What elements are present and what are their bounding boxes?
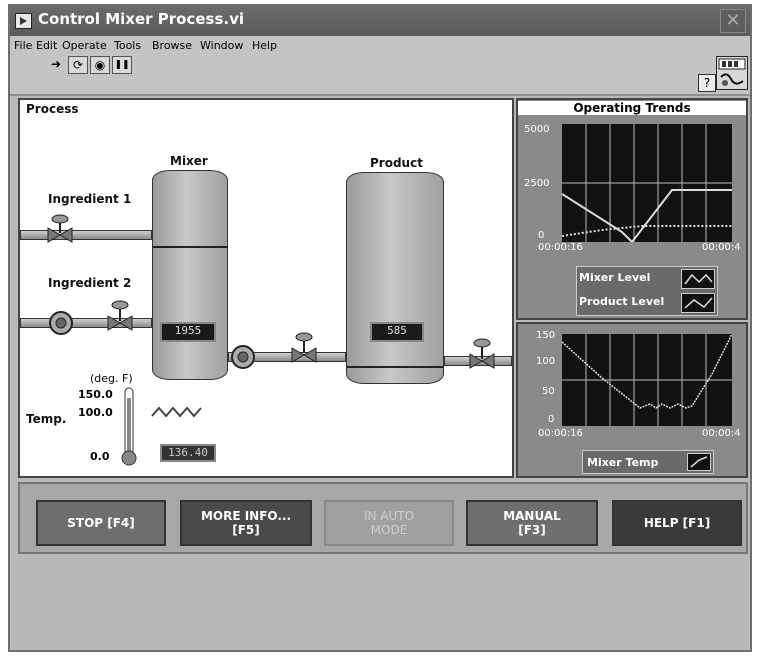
level-y-min: 0: [538, 230, 545, 241]
legend-product-level: Product Level: [579, 295, 665, 308]
mixer-tank: [152, 170, 228, 380]
ingredient1-label: Ingredient 1: [48, 192, 132, 206]
temp-y-0: 0: [548, 414, 555, 425]
product-tank: [346, 172, 444, 384]
menu-browse[interactable]: Browse: [152, 39, 192, 52]
context-help-button[interactable]: ?: [698, 74, 716, 92]
ingredient2-pump-icon[interactable]: [46, 308, 76, 338]
menu-window[interactable]: Window: [200, 39, 243, 52]
level-legend: Mixer Level Product Level: [576, 266, 718, 316]
legend-mixer-temp: Mixer Temp: [587, 456, 659, 469]
level-x-end: 00:00:4: [702, 242, 741, 253]
temp-trend-panel: 150 100 50 0 00:00:16 00:00:4 Mixer Temp: [516, 322, 748, 478]
temp-unit: (deg. F): [90, 372, 133, 385]
level-x-start: 00:00:16: [538, 242, 583, 253]
temp-y-150: 150: [536, 330, 556, 341]
ingredient1-valve-icon[interactable]: [46, 214, 74, 246]
toolbar: ➜ ⟳ ◉ ❚❚ ?: [10, 56, 750, 96]
thermometer-icon: [121, 387, 137, 466]
window-title: Control Mixer Process.vi: [38, 10, 245, 28]
temp-chart-plot: [562, 334, 732, 426]
manual-button[interactable]: MANUAL [F3]: [466, 500, 598, 546]
help-button[interactable]: HELP [F1]: [612, 500, 742, 546]
transfer-valve-icon[interactable]: [290, 332, 318, 366]
level-y-max: 5000: [524, 124, 550, 135]
temp-scale-mid: 100.0: [78, 406, 113, 419]
output-valve-icon[interactable]: [468, 338, 496, 372]
mixer-level-swatch-icon[interactable]: [681, 269, 715, 289]
abort-icon[interactable]: ◉: [90, 56, 110, 74]
menu-help[interactable]: Help: [252, 39, 277, 52]
mixer-level-line: [153, 246, 227, 248]
temp-readout: 136.40: [160, 444, 216, 462]
level-chart-plot: [562, 124, 732, 242]
mixer-label: Mixer: [170, 154, 208, 168]
temp-legend: Mixer Temp: [582, 450, 714, 474]
product-level-readout: 585: [370, 322, 424, 342]
temp-scale-max: 150.0: [78, 388, 113, 401]
mixer-level-readout: 1955: [160, 322, 216, 342]
menu-file[interactable]: File: [14, 39, 32, 52]
heater-icon: [151, 406, 202, 418]
temp-label: Temp.: [26, 412, 67, 426]
stop-button[interactable]: STOP [F4]: [36, 500, 166, 546]
product-label: Product: [370, 156, 423, 170]
run-continuously-icon[interactable]: ⟳: [68, 56, 88, 74]
ingredient2-valve-icon[interactable]: [106, 300, 134, 334]
product-level-swatch-icon[interactable]: [681, 293, 715, 313]
ingredient1-pipe: [20, 230, 152, 240]
button-bar: STOP [F4] MORE INFO... [F5] IN AUTO MODE…: [18, 482, 748, 554]
temp-y-100: 100: [536, 356, 556, 367]
temp-x-end: 00:00:4: [702, 428, 741, 439]
run-arrow-icon[interactable]: ➜: [46, 56, 66, 74]
menu-tools[interactable]: Tools: [114, 39, 141, 52]
temp-x-start: 00:00:16: [538, 428, 583, 439]
temp-y-50: 50: [542, 386, 555, 397]
more-info-button[interactable]: MORE INFO... [F5]: [180, 500, 312, 546]
menu-edit[interactable]: Edit: [36, 39, 57, 52]
title-bar: Control Mixer Process.vi ✕: [10, 6, 750, 36]
vi-connector-icon: [716, 56, 748, 90]
product-level-line: [347, 366, 443, 368]
menu-operate[interactable]: Operate: [62, 39, 107, 52]
close-button[interactable]: ✕: [720, 9, 746, 33]
vi-window: Control Mixer Process.vi ✕ File Edit Ope…: [8, 4, 752, 652]
process-panel: Process Mixer Product 1955 585 Ingredien…: [18, 98, 514, 478]
level-y-mid: 2500: [524, 178, 550, 189]
transfer-pump-icon[interactable]: [228, 342, 258, 372]
legend-mixer-level: Mixer Level: [579, 271, 651, 284]
mixer-temp-swatch-icon[interactable]: [687, 453, 711, 471]
process-label: Process: [26, 102, 79, 116]
ingredient2-label: Ingredient 2: [48, 276, 132, 290]
operating-trends-panel: Operating Trends 5000 2500 0 00:00:16 00…: [516, 98, 748, 320]
labview-icon: [15, 13, 32, 29]
menu-bar: File Edit Operate Tools Browse Window He…: [10, 36, 750, 56]
temp-scale-min: 0.0: [90, 450, 110, 463]
trends-title: Operating Trends: [518, 101, 746, 115]
auto-mode-button[interactable]: IN AUTO MODE: [324, 500, 454, 546]
pause-icon[interactable]: ❚❚: [112, 56, 132, 74]
